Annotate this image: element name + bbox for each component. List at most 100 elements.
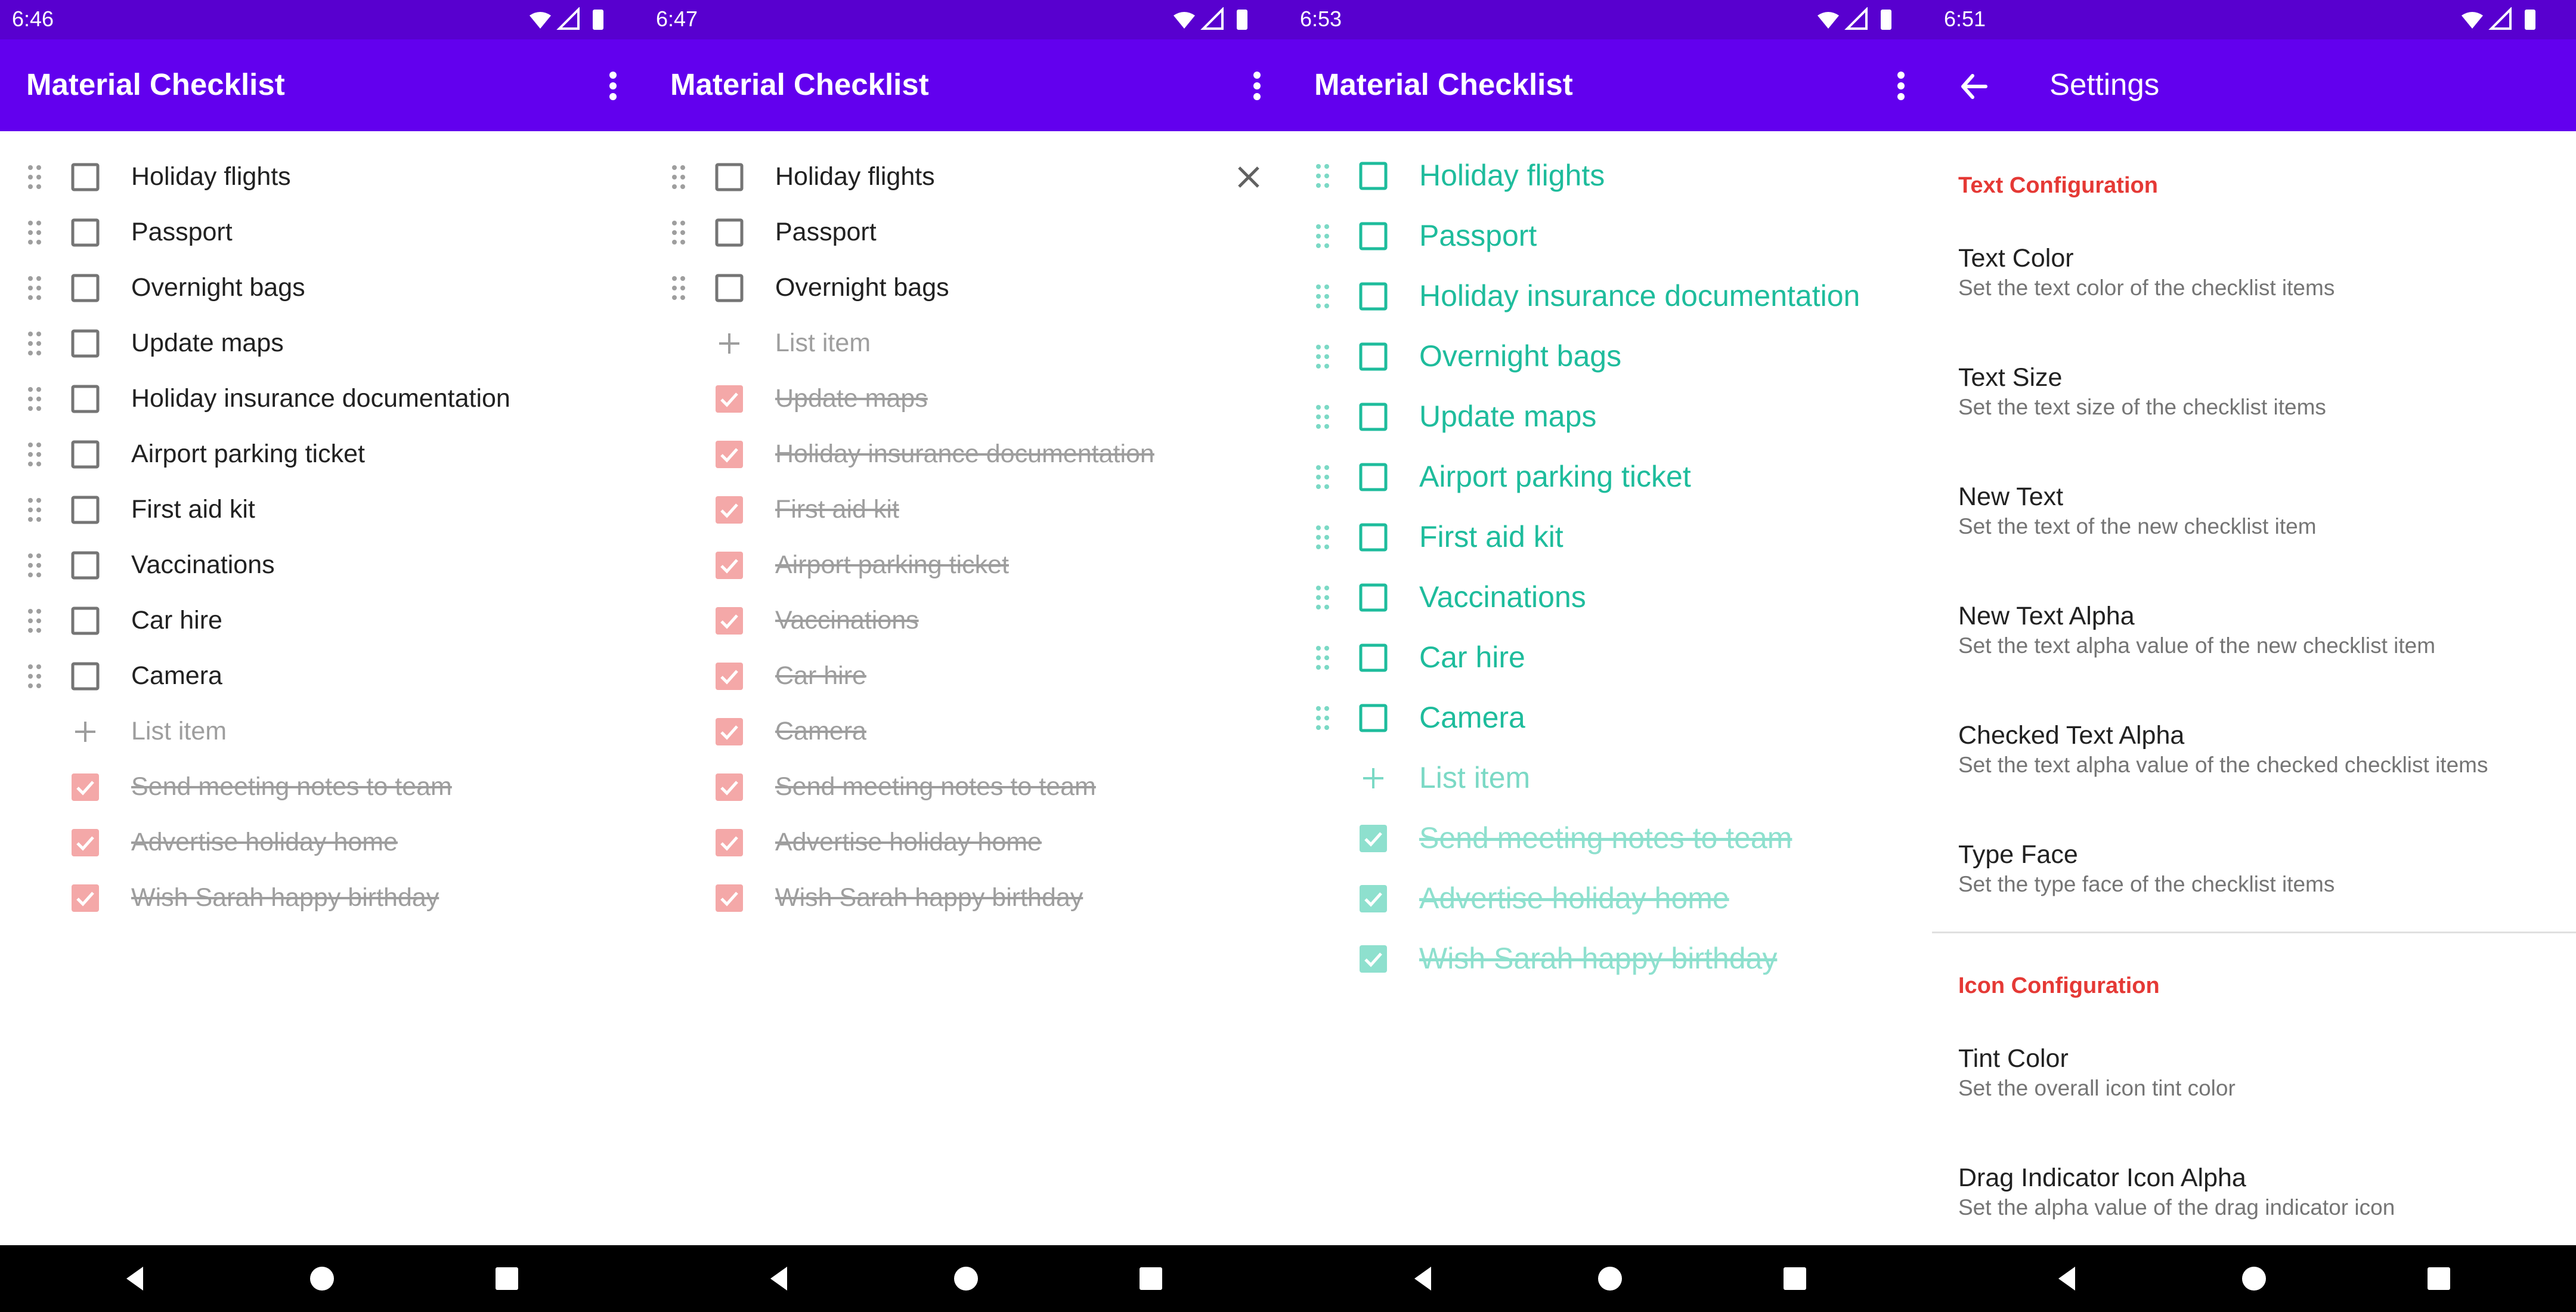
item-label[interactable]: Passport <box>775 205 877 260</box>
drag-handle-icon[interactable] <box>1314 342 1332 371</box>
drag-handle-icon[interactable] <box>1314 643 1332 672</box>
checked-item-row[interactable]: Car hire <box>644 648 1288 704</box>
checkbox-icon[interactable] <box>70 218 100 247</box>
checklist-item-row[interactable]: Update maps <box>0 315 644 371</box>
drag-handle-icon[interactable] <box>1314 523 1332 552</box>
recents-nav-icon[interactable] <box>2420 1260 2458 1298</box>
close-icon[interactable] <box>1234 163 1263 191</box>
checklist-item-row[interactable]: Vaccinations <box>0 537 644 593</box>
checked-item-row[interactable]: Advertise holiday home <box>1288 868 1932 929</box>
item-label[interactable]: Car hire <box>131 593 222 648</box>
checklist-item-row[interactable]: Camera <box>1288 688 1932 748</box>
checked-item-row[interactable]: Advertise holiday home <box>644 815 1288 870</box>
checklist-item-row[interactable]: Holiday flights <box>0 149 644 205</box>
item-label[interactable]: Holiday flights <box>1419 146 1605 206</box>
checkbox-icon[interactable] <box>714 606 744 636</box>
checkbox-icon[interactable] <box>714 495 744 525</box>
item-label[interactable]: Send meeting notes to team <box>131 759 452 815</box>
checklist-item-row[interactable]: First aid kit <box>0 482 644 537</box>
checked-item-row[interactable]: Camera <box>644 704 1288 759</box>
setting-text-size[interactable]: Text Size Set the text size of the check… <box>1958 361 2555 421</box>
item-label[interactable]: Advertise holiday home <box>775 815 1042 870</box>
setting-checked-text-alpha[interactable]: Checked Text Alpha Set the text alpha va… <box>1958 719 2555 779</box>
checklist-item-row[interactable]: Airport parking ticket <box>0 426 644 482</box>
item-label[interactable]: Camera <box>1419 688 1525 748</box>
checkbox-icon[interactable] <box>70 883 100 913</box>
checked-item-row[interactable]: Update maps <box>644 371 1288 426</box>
item-label[interactable]: Update maps <box>775 371 928 426</box>
recents-nav-icon[interactable] <box>1132 1260 1170 1298</box>
item-label[interactable]: Camera <box>775 704 866 759</box>
checkbox-icon[interactable] <box>1358 703 1388 733</box>
checkbox-icon[interactable] <box>714 717 744 747</box>
checkbox-icon[interactable] <box>70 550 100 580</box>
item-label[interactable]: Wish Sarah happy birthday <box>1419 929 1777 989</box>
item-label[interactable]: Advertise holiday home <box>131 815 398 870</box>
add-item-row[interactable]: List item <box>644 315 1288 371</box>
drag-handle-icon[interactable] <box>26 385 44 413</box>
checkbox-icon[interactable] <box>714 661 744 691</box>
checklist-item-row[interactable]: Car hire <box>1288 627 1932 688</box>
checklist-item-row[interactable]: Overnight bags <box>0 260 644 315</box>
item-label[interactable]: Car hire <box>1419 627 1525 688</box>
more-vert-icon[interactable] <box>1883 64 1919 107</box>
checkbox-icon[interactable] <box>70 661 100 691</box>
home-nav-icon[interactable] <box>303 1260 341 1298</box>
setting-new-text[interactable]: New Text Set the text of the new checkli… <box>1958 481 2555 540</box>
checkbox-icon[interactable] <box>1358 342 1388 372</box>
checkbox-icon[interactable] <box>1358 462 1388 492</box>
checked-item-row[interactable]: Wish Sarah happy birthday <box>644 870 1288 926</box>
home-nav-icon[interactable] <box>1591 1260 1629 1298</box>
add-item-row[interactable]: List item <box>0 704 644 759</box>
drag-handle-icon[interactable] <box>1314 222 1332 250</box>
checked-item-row[interactable]: Holiday insurance documentation <box>644 426 1288 482</box>
checklist-item-row[interactable]: Overnight bags <box>644 260 1288 315</box>
setting-type-face[interactable]: Type Face Set the type face of the check… <box>1958 838 2555 898</box>
recents-nav-icon[interactable] <box>488 1260 526 1298</box>
drag-handle-icon[interactable] <box>26 163 44 191</box>
setting-new-text-alpha[interactable]: New Text Alpha Set the text alpha value … <box>1958 600 2555 660</box>
recents-nav-icon[interactable] <box>1776 1260 1814 1298</box>
add-icon[interactable] <box>70 717 100 747</box>
checklist-item-row[interactable]: Vaccinations <box>1288 567 1932 627</box>
checkbox-icon[interactable] <box>70 273 100 303</box>
back-nav-icon[interactable] <box>760 1260 798 1298</box>
item-label[interactable]: First aid kit <box>131 482 255 537</box>
item-label[interactable]: Send meeting notes to team <box>775 759 1096 815</box>
more-vert-icon[interactable] <box>595 64 631 107</box>
checkbox-icon[interactable] <box>70 329 100 358</box>
item-label[interactable]: Send meeting notes to team <box>1419 808 1792 868</box>
setting-drag-indicator-alpha[interactable]: Drag Indicator Icon Alpha Set the alpha … <box>1958 1162 2555 1221</box>
checkbox-icon[interactable] <box>70 606 100 636</box>
item-label[interactable]: Camera <box>131 648 222 704</box>
setting-text-color[interactable]: Text Color Set the text color of the che… <box>1958 242 2555 302</box>
drag-handle-icon[interactable] <box>1314 282 1332 311</box>
item-label[interactable]: Vaccinations <box>131 537 275 593</box>
checkbox-icon[interactable] <box>1358 884 1388 914</box>
checked-item-row[interactable]: Airport parking ticket <box>644 537 1288 593</box>
item-label[interactable]: Holiday flights <box>775 149 935 205</box>
back-nav-icon[interactable] <box>116 1260 154 1298</box>
item-label[interactable]: Airport parking ticket <box>1419 447 1691 507</box>
checkbox-icon[interactable] <box>714 883 744 913</box>
checklist-item-row[interactable]: Car hire <box>0 593 644 648</box>
item-label[interactable]: First aid kit <box>775 482 899 537</box>
checklist-item-row[interactable]: Airport parking ticket <box>1288 447 1932 507</box>
checkbox-icon[interactable] <box>714 273 744 303</box>
item-label[interactable]: Holiday insurance documentation <box>1419 266 1860 326</box>
item-label[interactable]: First aid kit <box>1419 507 1563 567</box>
checklist-item-row[interactable]: Passport <box>644 205 1288 260</box>
checkbox-icon[interactable] <box>70 828 100 858</box>
drag-handle-icon[interactable] <box>670 218 688 247</box>
checked-item-row[interactable]: First aid kit <box>644 482 1288 537</box>
checkbox-icon[interactable] <box>1358 161 1388 191</box>
checkbox-icon[interactable] <box>70 772 100 802</box>
checkbox-icon[interactable] <box>714 550 744 580</box>
checked-item-row[interactable]: Send meeting notes to team <box>1288 808 1932 868</box>
item-label[interactable]: Update maps <box>131 315 284 371</box>
item-label[interactable]: Car hire <box>775 648 866 704</box>
item-label[interactable]: Holiday insurance documentation <box>131 371 510 426</box>
checked-item-row[interactable]: Wish Sarah happy birthday <box>0 870 644 926</box>
checkbox-icon[interactable] <box>1358 402 1388 432</box>
drag-handle-icon[interactable] <box>26 662 44 691</box>
